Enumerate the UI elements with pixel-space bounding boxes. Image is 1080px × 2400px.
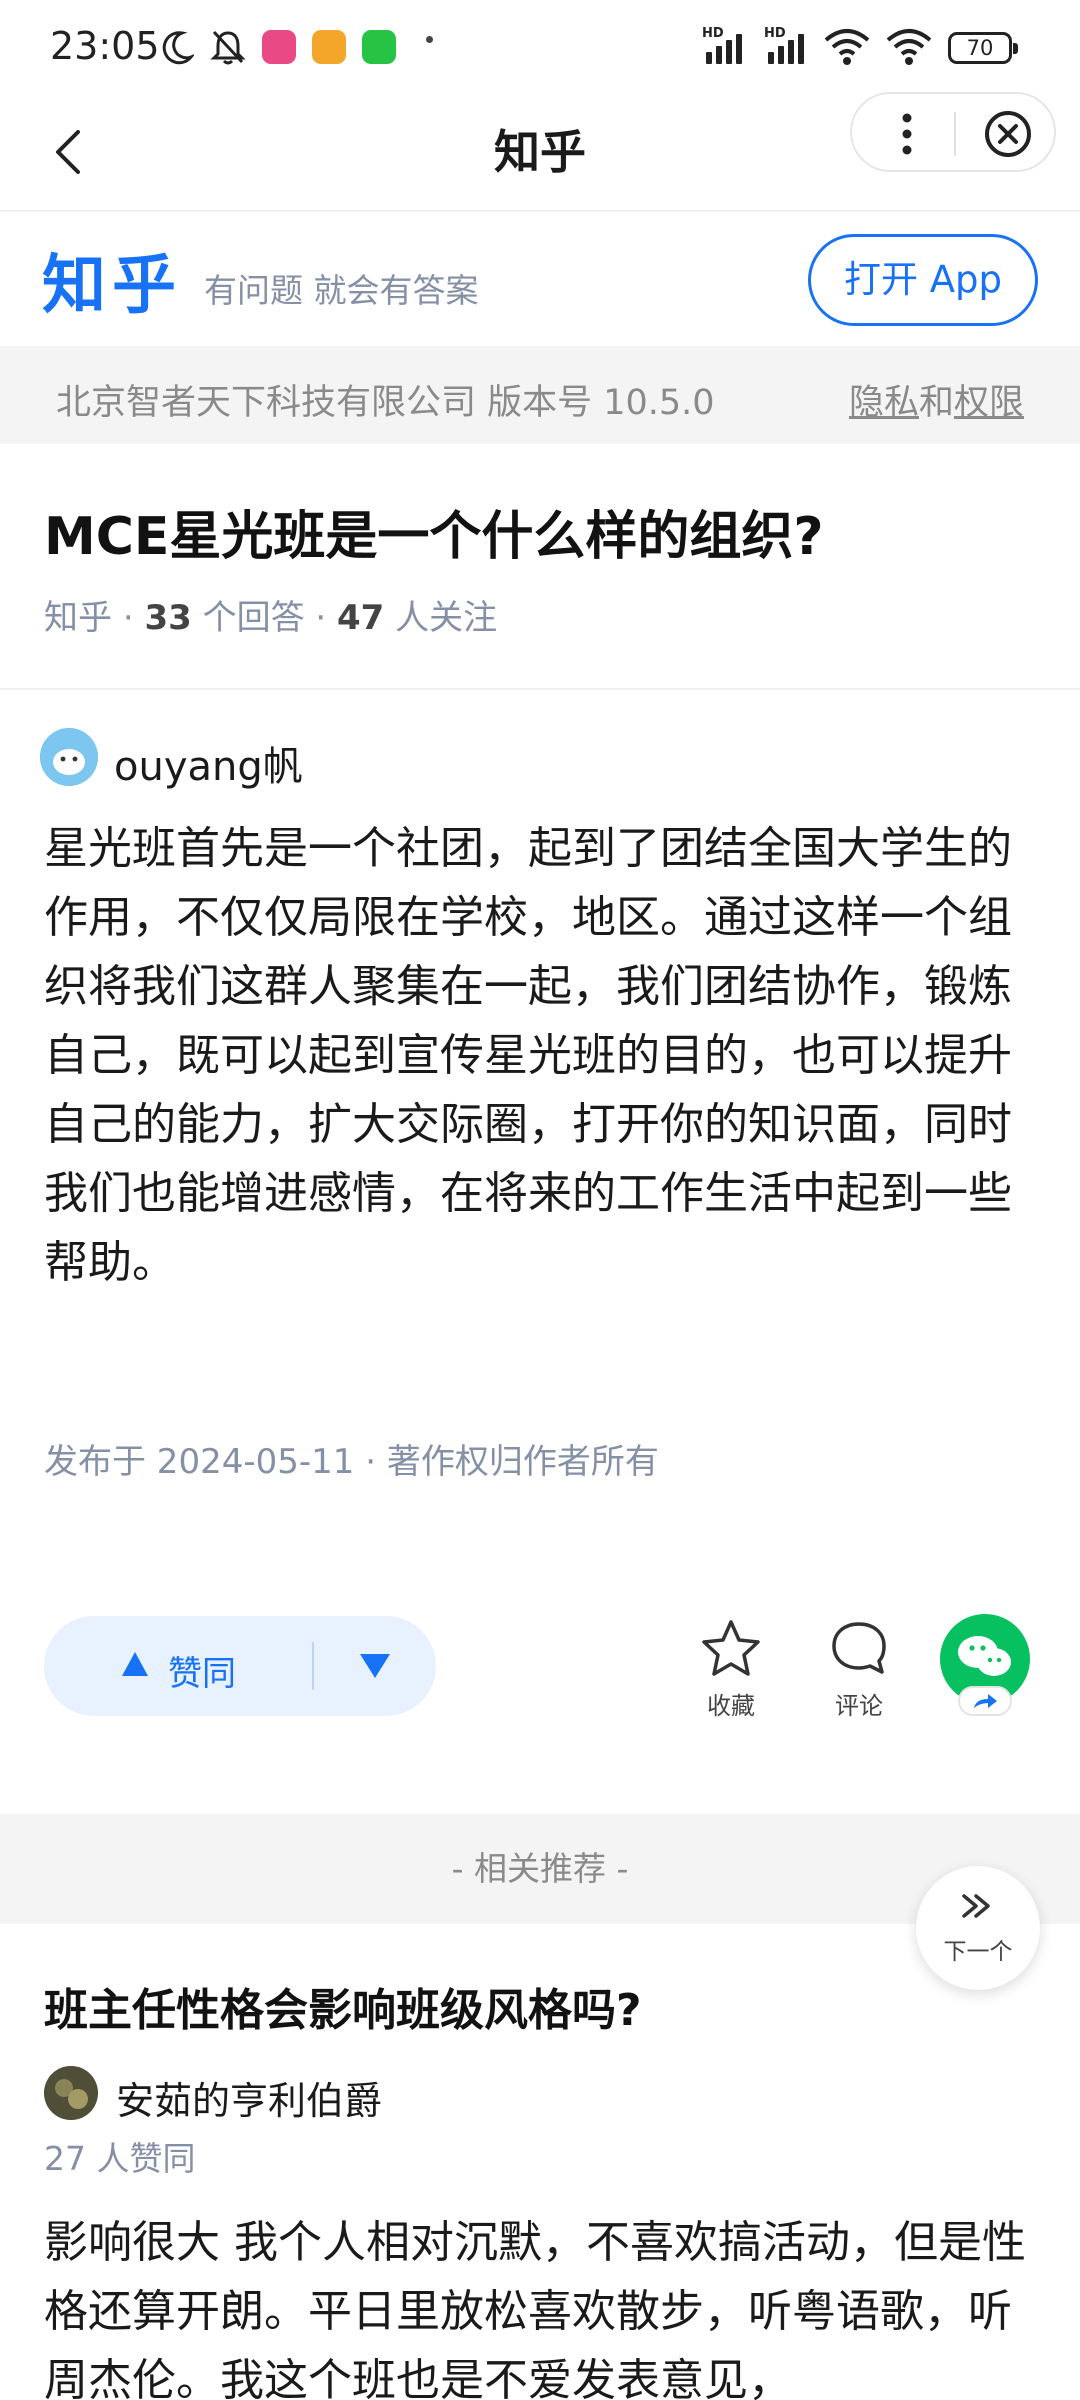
- company-info-bar: 北京智者天下科技有限公司 版本号 10.5.0 隐私和权限: [0, 346, 1080, 444]
- capsule-divider: [954, 112, 956, 156]
- zhihu-logo: 知乎: [42, 249, 182, 323]
- related-author-avatar[interactable]: [44, 2066, 98, 2120]
- brand-slogan: 有问题 就会有答案: [204, 271, 479, 310]
- triangle-up-icon: [122, 1652, 148, 1676]
- wifi-2-icon: [886, 29, 932, 65]
- author-name[interactable]: ouyang帆: [114, 734, 303, 792]
- question-header: MCE星光班是一个什么样的组织? 知乎 · 33 个回答 · 47 人关注: [0, 444, 1080, 690]
- dot-icon: [426, 36, 433, 43]
- open-app-button[interactable]: 打开 App: [808, 234, 1038, 326]
- slides-app-icon: [312, 30, 346, 64]
- next-answer-button[interactable]: 下一个: [916, 1866, 1040, 1990]
- follower-count-unit: 人关注: [395, 598, 498, 638]
- battery-icon: 70: [948, 32, 1018, 64]
- next-label: 下一个: [943, 1939, 1013, 1965]
- status-time: 23:05: [50, 24, 160, 68]
- moon-icon: [162, 31, 194, 65]
- copyright-notice: 著作权归作者所有: [386, 1442, 659, 1482]
- avatar-image-icon: [44, 2066, 98, 2120]
- close-circle-icon: [985, 111, 1031, 157]
- upvote-button[interactable]: 赞同: [44, 1616, 312, 1716]
- bilibili-app-icon: [262, 30, 296, 64]
- related-vote-count: 27 人赞同: [44, 2139, 196, 2178]
- answer-footer: 发布于 2024-05-11 · 著作权归作者所有: [44, 1442, 659, 1482]
- question-title[interactable]: MCE星光班是一个什么样的组织?: [44, 494, 824, 569]
- avatar-image-icon: [40, 728, 98, 786]
- downvote-button[interactable]: [314, 1616, 436, 1716]
- privacy-link[interactable]: 隐私: [849, 383, 919, 423]
- wifi-icon: [824, 29, 870, 65]
- wechat-app-icon: [362, 30, 396, 64]
- related-answer-excerpt[interactable]: 影响很大 我个人相对沉默，不喜欢搞活动，但是性格还算开朗。平日里放松喜欢散步，听…: [44, 2208, 1044, 2400]
- triangle-down-icon: [360, 1654, 390, 1678]
- comment-label: 评论: [835, 1692, 883, 1720]
- related-author-name[interactable]: 安茹的亨利伯爵: [116, 2070, 382, 2125]
- question-meta: 知乎 · 33 个回答 · 47 人关注: [44, 598, 498, 638]
- signal-1-icon: [706, 28, 742, 64]
- upvote-label: 赞同: [168, 1654, 236, 1694]
- more-button[interactable]: [872, 94, 942, 174]
- star-icon: [702, 1620, 760, 1676]
- company-version-text: 北京智者天下科技有限公司 版本号 10.5.0: [56, 383, 715, 423]
- comment-bubble-icon: [832, 1622, 886, 1674]
- share-badge: [958, 1686, 1012, 1716]
- nav-bar: 知乎: [0, 92, 1080, 212]
- close-button[interactable]: [970, 94, 1050, 174]
- privacy-permissions: 隐私和权限: [849, 374, 1024, 425]
- share-arrow-icon: [974, 1694, 997, 1708]
- more-vertical-icon: [902, 113, 912, 155]
- favorite-label: 收藏: [707, 1692, 755, 1720]
- privacy-and-text: 和: [918, 383, 954, 423]
- follower-count: 47: [337, 598, 385, 638]
- brand-banner: 知乎 有问题 就会有答案 打开 App: [0, 212, 1080, 346]
- mini-program-capsule: [850, 92, 1056, 172]
- bell-muted-icon: [210, 30, 246, 65]
- signal-2-icon: [768, 28, 804, 64]
- publish-date: 发布于 2024-05-11: [44, 1442, 355, 1482]
- answer-count: 33: [144, 598, 192, 638]
- status-bar: 23:05 HD HD 70: [0, 0, 1080, 92]
- permissions-link[interactable]: 权限: [954, 383, 1024, 423]
- favorite-button[interactable]: 收藏: [676, 1618, 786, 1721]
- answer-count-unit: 个回答: [202, 598, 305, 638]
- author-avatar[interactable]: [40, 728, 98, 786]
- answer-body: 星光班首先是一个社团，起到了团结全国大学生的作用，不仅仅局限在学校，地区。通过这…: [44, 823, 1012, 1288]
- double-chevron-right-icon: [962, 1894, 990, 1918]
- comment-button[interactable]: 评论: [804, 1618, 914, 1721]
- vote-pill: 赞同: [44, 1616, 436, 1716]
- question-source: 知乎: [44, 598, 112, 638]
- related-question-title[interactable]: 班主任性格会影响班级风格吗?: [44, 1974, 642, 2038]
